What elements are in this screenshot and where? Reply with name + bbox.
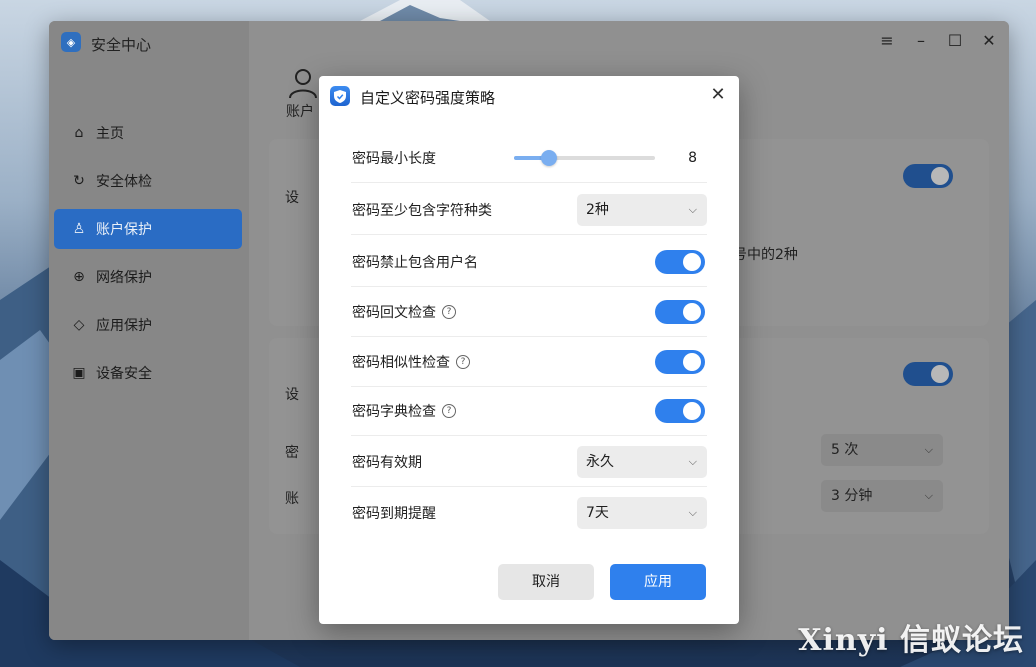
sidebar-item-label: 安全体检 — [96, 174, 152, 190]
toggle-knob — [683, 252, 701, 271]
sidebar-item-label: 主页 — [96, 126, 124, 142]
chevron-down-icon: ⌵ — [688, 506, 697, 519]
validity-select[interactable]: 永久 ⌵ — [577, 445, 707, 478]
app-logo-icon — [330, 86, 350, 106]
chevron-down-icon: ⌵ — [688, 202, 697, 216]
lock-label: 账 — [285, 491, 299, 507]
sidebar-item-network-protection[interactable]: ⊕ 网络保护 — [54, 257, 242, 297]
watermark: Xinyi 信蚁论坛 — [798, 623, 1024, 658]
expiry-reminder-row: 密码到期提醒 7天 ⌵ — [351, 488, 707, 538]
expiry-reminder-select[interactable]: 7天 ⌵ — [577, 497, 707, 529]
sidebar-item-label: 应用保护 — [96, 318, 152, 334]
toggle-knob — [683, 401, 701, 420]
lock-duration-value: 3 分钟 — [831, 488, 873, 504]
policy-description: 号中的2种 — [733, 247, 798, 263]
maximize-icon[interactable]: ☐ — [944, 31, 966, 50]
chevron-down-icon: ⌵ — [924, 443, 933, 456]
sidebar-item-label: 设备安全 — [96, 366, 152, 382]
validity-label: 密码有效期 — [352, 454, 422, 471]
similarity-label: 密码相似性检查 ? — [352, 352, 470, 372]
sidebar-item-app-protection[interactable]: ◇ 应用保护 — [54, 305, 242, 345]
no-username-label: 密码禁止包含用户名 — [352, 254, 478, 271]
char-types-value: 2种 — [586, 201, 609, 218]
char-types-label: 密码至少包含字符种类 — [352, 202, 492, 219]
palindrome-row: 密码回文检查 ? — [351, 287, 707, 337]
validity-value: 永久 — [586, 453, 614, 470]
palindrome-label: 密码回文检查 ? — [352, 302, 456, 322]
attempts-select[interactable]: 5 次 ⌵ — [821, 434, 943, 466]
help-icon[interactable]: ? — [442, 403, 456, 418]
sidebar-item-device-security[interactable]: ▣ 设备安全 — [54, 353, 242, 393]
dictionary-label: 密码字典检查 ? — [352, 401, 456, 421]
min-length-slider[interactable] — [514, 149, 655, 166]
attempts-value: 5 次 — [831, 442, 859, 458]
toggle-knob — [683, 352, 701, 371]
toggle-knob — [683, 302, 701, 321]
expiry-reminder-label: 密码到期提醒 — [352, 506, 436, 522]
login-protection-toggle[interactable] — [903, 362, 953, 386]
slider-handle[interactable] — [541, 149, 558, 166]
min-length-row: 密码最小长度 8 — [351, 133, 707, 183]
user-icon: ♙ — [72, 221, 86, 237]
app-title: 安全中心 — [91, 36, 152, 54]
cancel-button[interactable]: 取消 — [498, 564, 594, 600]
password-policy-dialog: 自定义密码强度策略 ✕ 密码最小长度 8 密码至少包含字符种类 2种 ⌵ 密码禁… — [319, 76, 739, 624]
dictionary-row: 密码字典检查 ? — [351, 386, 707, 436]
help-icon[interactable]: ? — [442, 304, 456, 319]
chevron-down-icon: ⌵ — [688, 454, 697, 468]
minimize-icon[interactable]: – — [910, 31, 932, 50]
sidebar: ◈ 安全中心 ⌂ 主页 ↻ 安全体检 ♙ 账户保护 ⊕ 网络保护 ◇ 应用保护 … — [49, 21, 249, 640]
similarity-row: 密码相似性检查 ? — [351, 337, 707, 387]
expiry-reminder-value: 7天 — [586, 505, 609, 521]
device-icon: ▣ — [72, 365, 86, 381]
attempts-label: 密 — [285, 445, 299, 461]
chevron-down-icon: ⌵ — [924, 489, 933, 502]
account-icon — [289, 69, 317, 99]
home-icon: ⌂ — [74, 125, 84, 141]
close-icon[interactable]: ✕ — [978, 31, 1000, 50]
shield-icon: ◇ — [73, 317, 85, 333]
help-icon[interactable]: ? — [456, 354, 470, 369]
app-logo-icon: ◈ — [61, 32, 81, 52]
menu-icon[interactable]: ≡ — [876, 31, 898, 50]
sidebar-item-account-protection[interactable]: ♙ 账户保护 — [54, 209, 242, 249]
validity-row: 密码有效期 永久 ⌵ — [351, 437, 707, 487]
sidebar-item-home[interactable]: ⌂ 主页 — [54, 113, 242, 153]
close-icon[interactable]: ✕ — [707, 84, 729, 106]
panel-label: 设 — [285, 387, 299, 403]
page-title: 账户 — [286, 104, 314, 120]
min-length-value: 8 — [688, 149, 697, 166]
palindrome-toggle[interactable] — [655, 299, 705, 324]
no-username-row: 密码禁止包含用户名 — [351, 237, 707, 287]
sidebar-item-label: 网络保护 — [96, 270, 152, 286]
similarity-toggle[interactable] — [655, 349, 705, 374]
dictionary-toggle[interactable] — [655, 398, 705, 423]
password-policy-toggle[interactable] — [903, 164, 953, 188]
panel-label: 设 — [285, 190, 299, 206]
refresh-icon: ↻ — [73, 173, 85, 189]
sidebar-item-label: 账户保护 — [96, 222, 152, 238]
no-username-toggle[interactable] — [655, 249, 705, 274]
lock-duration-select[interactable]: 3 分钟 ⌵ — [821, 480, 943, 512]
char-types-row: 密码至少包含字符种类 2种 ⌵ — [351, 185, 707, 235]
apply-button[interactable]: 应用 — [610, 564, 706, 600]
sidebar-item-security-check[interactable]: ↻ 安全体检 — [54, 161, 242, 201]
dialog-title: 自定义密码强度策略 — [360, 89, 496, 107]
min-length-label: 密码最小长度 — [352, 150, 436, 167]
globe-icon: ⊕ — [73, 269, 85, 285]
char-types-select[interactable]: 2种 ⌵ — [577, 193, 707, 226]
